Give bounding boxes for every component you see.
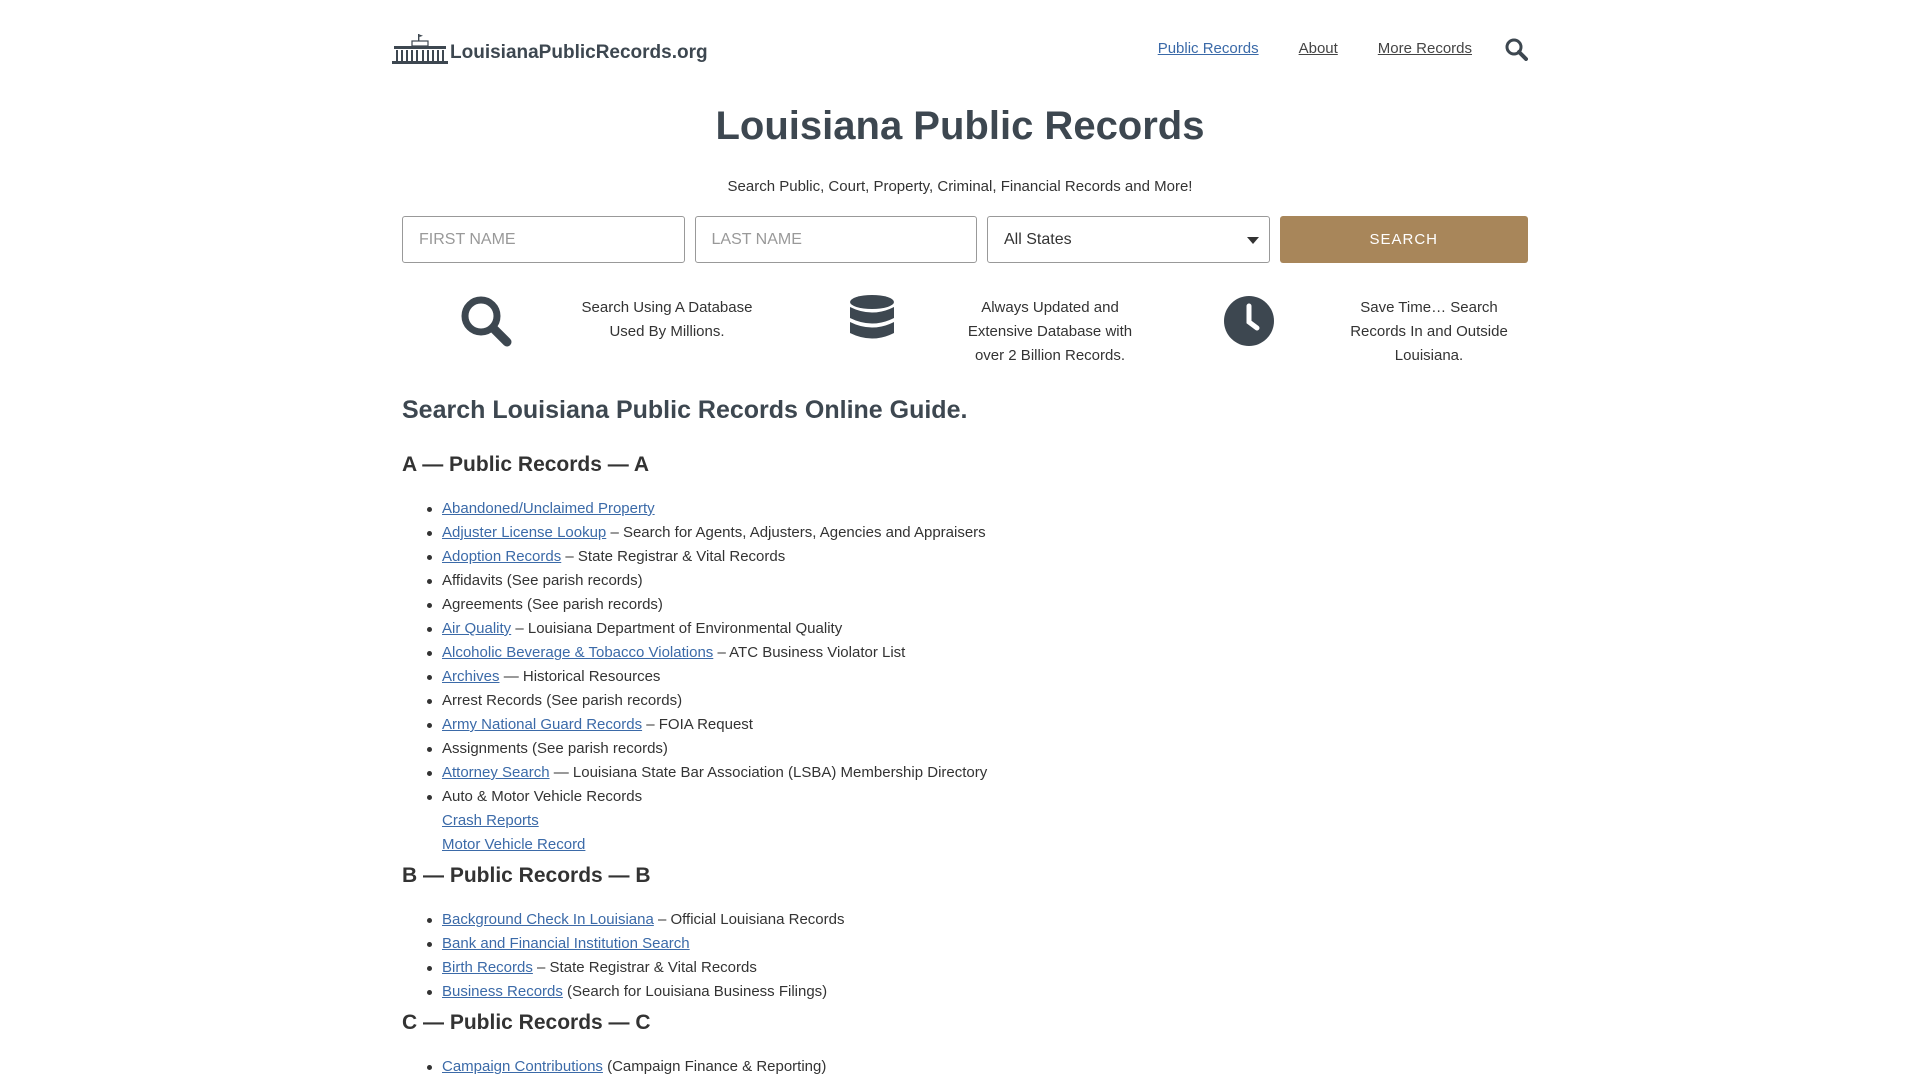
nav-about[interactable]: About (1299, 40, 1338, 57)
record-description: Assignments (See parish records) (442, 740, 668, 757)
search-icon[interactable] (1504, 37, 1528, 61)
list-item: Campaign Contributions (Campaign Finance… (426, 1055, 827, 1079)
record-description: — Historical Resources (499, 668, 661, 685)
main-nav: Public Records About More Records (1158, 40, 1472, 57)
records-list-a: Abandoned/Unclaimed Property Adjuster Li… (426, 497, 988, 857)
record-link[interactable]: Alcoholic Beverage & Tobacco Violations (442, 644, 713, 661)
record-description: – FOIA Request (642, 716, 753, 733)
record-link[interactable]: Crash Reports (442, 812, 539, 829)
feature-database-search: Search Using A Database Used By Millions… (402, 290, 777, 370)
record-link[interactable]: Campaign Contributions (442, 1058, 603, 1075)
search-icon (461, 296, 512, 347)
list-item: Adoption Records – State Registrar & Vit… (426, 545, 987, 569)
search-form: All States SEARCH (402, 216, 1528, 264)
record-description: – ATC Business Violator List (713, 644, 906, 661)
page-subtitle: Search Public, Court, Property, Criminal… (727, 178, 1193, 195)
record-link[interactable]: Bank and Financial Institution Search (442, 935, 690, 952)
site-header: LouisianaPublicRecords.org Public Record… (392, 28, 1528, 76)
clock-icon (1224, 296, 1274, 346)
list-item: Affidavits (See parish records) (426, 569, 987, 593)
list-item: Attorney Search — Louisiana State Bar As… (426, 761, 988, 785)
list-item: Air Quality – Louisiana Department of En… (426, 617, 987, 641)
list-item: Abandoned/Unclaimed Property (426, 497, 987, 521)
state-select-value: All States (1004, 230, 1072, 248)
record-link[interactable]: Adjuster License Lookup (442, 524, 606, 541)
list-item: Auto & Motor Vehicle Records (426, 785, 987, 809)
section-heading-a: A — Public Records — A (402, 453, 649, 476)
capitol-building-icon (392, 34, 448, 64)
list-subitem: Motor Vehicle Record (442, 833, 987, 857)
feature-text: Search Using A Database Used By Millions… (581, 299, 753, 340)
chevron-down-icon (1246, 237, 1259, 244)
record-description: Affidavits (See parish records) (442, 572, 643, 589)
list-item: Business Records (Search for Louisiana B… (426, 980, 844, 1004)
record-link[interactable]: Abandoned/Unclaimed Property (442, 500, 655, 517)
list-item: Arrest Records (See parish records) (426, 689, 987, 713)
features-row: Search Using A Database Used By Millions… (402, 290, 1528, 370)
record-link[interactable]: Adoption Records (442, 548, 561, 565)
section-heading-c: C — Public Records — C (402, 1011, 651, 1034)
record-description: – Louisiana Department of Environmental … (511, 620, 843, 637)
nav-more-records[interactable]: More Records (1378, 40, 1472, 57)
record-description: – Official Louisiana Records (653, 911, 845, 928)
record-description: (Search for Louisiana Business Filings) (562, 983, 828, 1000)
record-link[interactable]: Background Check In Louisiana (442, 911, 654, 928)
list-item: Background Check In Louisiana – Official… (426, 908, 845, 932)
feature-save-time: Save Time… Search Records In and Outside… (1152, 290, 1527, 370)
record-description: – Search for Agents, Adjusters, Agencies… (606, 524, 986, 541)
records-list-b: Background Check In Louisiana – Official… (426, 908, 845, 1004)
list-item: Agreements (See parish records) (426, 593, 987, 617)
list-item: Alcoholic Beverage & Tobacco Violations … (426, 641, 987, 665)
guide-title: Search Louisiana Public Records Online G… (402, 396, 968, 424)
site-logo[interactable]: LouisianaPublicRecords.org (392, 34, 708, 64)
first-name-input[interactable] (402, 216, 685, 263)
nav-public-records[interactable]: Public Records (1158, 40, 1259, 57)
list-subitem: Crash Reports (442, 809, 987, 833)
feature-text: Save Time… Search Records In and Outside… (1350, 299, 1508, 364)
search-button[interactable]: SEARCH (1279, 216, 1528, 263)
record-link[interactable]: Attorney Search (442, 764, 550, 781)
record-link[interactable]: Air Quality (442, 620, 511, 637)
feature-text: Always Updated and Extensive Database wi… (967, 299, 1133, 364)
record-description: Agreements (See parish records) (442, 596, 663, 613)
record-link[interactable]: Birth Records (442, 959, 533, 976)
list-item: Birth Records – State Registrar & Vital … (426, 956, 844, 980)
last-name-input[interactable] (694, 216, 977, 263)
list-item: Army National Guard Records – FOIA Reque… (426, 713, 987, 737)
feature-updated-database: Always Updated and Extensive Database wi… (777, 290, 1152, 370)
record-description: – State Registrar & Vital Records (561, 548, 786, 565)
state-select[interactable]: All States (987, 216, 1270, 263)
list-item: Bank and Financial Institution Search (426, 932, 844, 956)
list-item: Assignments (See parish records) (426, 737, 987, 761)
list-item: Adjuster License Lookup – Search for Age… (426, 521, 987, 545)
records-list-c: Campaign Contributions (Campaign Finance… (426, 1055, 827, 1079)
record-description: – State Registrar & Vital Records (532, 959, 757, 976)
record-description: (Campaign Finance & Reporting) (602, 1058, 827, 1075)
record-description: Auto & Motor Vehicle Records (442, 788, 643, 805)
database-icon (850, 295, 894, 339)
record-link[interactable]: Archives (442, 668, 500, 685)
record-link[interactable]: Army National Guard Records (442, 716, 642, 733)
page-title: Louisiana Public Records (715, 104, 1205, 148)
record-link[interactable]: Motor Vehicle Record (442, 836, 585, 853)
logo-text: LouisianaPublicRecords.org (450, 42, 708, 63)
record-description: Arrest Records (See parish records) (442, 692, 683, 709)
record-description: — Louisiana State Bar Association (LSBA)… (549, 764, 988, 781)
list-item: Archives — Historical Resources (426, 665, 987, 689)
record-link[interactable]: Business Records (442, 983, 563, 1000)
section-heading-b: B — Public Records — B (402, 864, 651, 887)
